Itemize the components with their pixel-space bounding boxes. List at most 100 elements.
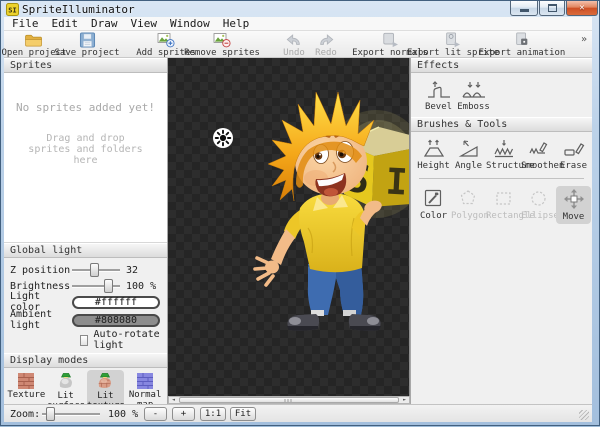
light-position-widget[interactable]	[212, 127, 234, 149]
sprites-empty-title: No sprites added yet!	[4, 73, 167, 114]
zoom-fit-button[interactable]: Fit	[230, 407, 256, 421]
brightness-label: Brightness	[10, 281, 72, 292]
brush-angle[interactable]: Angle	[451, 137, 486, 173]
scrollbar-thumb[interactable]	[179, 397, 399, 403]
svg-text:SI: SI	[8, 7, 16, 15]
lit-texture-mode-icon	[96, 372, 114, 391]
status-bar: Zoom: 100 % - + 1:1 Fit	[4, 404, 592, 422]
zoom-in-button[interactable]: +	[172, 407, 195, 421]
brush-smoothen[interactable]: Smoothen	[521, 137, 556, 173]
bevel-icon	[426, 80, 452, 100]
scrollbar-left-arrow-icon[interactable]: ◄	[169, 397, 178, 403]
auto-rotate-row: Auto-rotate light	[4, 331, 167, 349]
sprite-canvas[interactable]: S I	[168, 58, 410, 396]
drop-hint-line: here	[4, 155, 167, 166]
window-bottom-border	[1, 422, 600, 427]
export-lit-sprite-icon	[442, 32, 462, 48]
ambient-light-button[interactable]: #808080	[72, 314, 160, 327]
brightness-slider[interactable]	[72, 279, 120, 293]
structure-icon	[493, 139, 515, 159]
tool-color[interactable]: Color	[416, 186, 451, 224]
z-position-slider-knob[interactable]	[90, 263, 99, 277]
smoothen-icon	[528, 139, 550, 159]
erase-icon	[563, 139, 585, 159]
maximize-icon	[548, 4, 557, 12]
left-panel: Sprites No sprites added yet! Drag and d…	[4, 58, 168, 404]
z-position-slider[interactable]	[72, 263, 120, 277]
effects-header: Effects	[411, 58, 592, 73]
texture-mode-icon	[17, 372, 35, 390]
resize-grip[interactable]	[579, 410, 589, 420]
ellipse-tool-icon	[528, 188, 549, 209]
brightness-slider-knob[interactable]	[104, 279, 113, 293]
brush-height[interactable]: Height	[416, 137, 451, 173]
export-animation-button[interactable]: Export animation	[477, 32, 567, 58]
minimize-icon	[520, 9, 529, 12]
effect-emboss[interactable]: Emboss	[456, 78, 491, 114]
app-window: SI SpriteIlluminator ✕ File Edit Draw Vi…	[0, 0, 600, 426]
toolbar-overflow-chevron[interactable]: »	[581, 34, 587, 45]
right-panel: Effects Bevel Emboss Brushes	[410, 58, 592, 404]
zoom-out-button[interactable]: -	[144, 407, 167, 421]
move-tool-icon	[563, 188, 585, 210]
minimize-button[interactable]	[510, 1, 538, 16]
z-position-value: 32	[126, 265, 160, 276]
export-normals-icon	[380, 32, 400, 48]
zoom-slider-knob[interactable]	[46, 407, 55, 421]
tools-separator	[419, 178, 584, 179]
zoom-1to1-button[interactable]: 1:1	[200, 407, 226, 421]
light-color-button[interactable]: #ffffff	[72, 296, 160, 309]
canvas-horizontal-scrollbar[interactable]: ◄ ►	[168, 396, 410, 404]
effect-bevel[interactable]: Bevel	[421, 78, 456, 114]
save-project-button[interactable]: Save project	[42, 32, 132, 58]
app-icon: SI	[6, 3, 19, 16]
menu-bar: File Edit Draw View Window Help	[4, 17, 592, 31]
zoom-slider[interactable]	[42, 407, 100, 421]
sprites-panel-header: Sprites	[4, 58, 167, 73]
scrollbar-right-arrow-icon[interactable]: ►	[400, 397, 409, 403]
open-folder-icon	[24, 32, 44, 48]
z-position-label: Z position	[10, 265, 72, 276]
add-sprites-icon	[155, 32, 177, 48]
tool-rectangle[interactable]: Rectangle	[486, 186, 521, 224]
menu-draw[interactable]: Draw	[91, 17, 118, 30]
ambient-light-label: Ambient light	[10, 309, 72, 331]
canvas-area: S I	[168, 58, 410, 404]
tool-polygon[interactable]: Polygon	[451, 186, 486, 224]
auto-rotate-label: Auto-rotate light	[93, 329, 167, 351]
sprites-drop-area[interactable]: No sprites added yet! Drag and drop spri…	[4, 73, 167, 243]
toolbar: Open project Save project Add sprites	[4, 31, 592, 58]
character-sprite[interactable]: S I	[168, 58, 410, 396]
brush-erase[interactable]: Erase	[556, 137, 591, 173]
drop-hint-line: sprites and folders	[4, 144, 167, 155]
title-bar: SI SpriteIlluminator ✕	[1, 1, 600, 17]
z-position-row: Z position 32	[4, 262, 167, 278]
menu-window[interactable]: Window	[170, 17, 210, 30]
brightness-value: 100 %	[126, 281, 160, 292]
menu-view[interactable]: View	[131, 17, 158, 30]
tool-move[interactable]: Move	[556, 186, 591, 224]
menu-file[interactable]: File	[12, 17, 39, 30]
lit-surface-mode-icon	[57, 372, 75, 391]
display-modes-header: Display modes	[4, 353, 167, 368]
export-animation-icon	[512, 32, 532, 48]
global-light-header: Global light	[4, 243, 167, 258]
zoom-value: 100 %	[108, 409, 138, 420]
auto-rotate-checkbox[interactable]	[80, 335, 88, 346]
close-button[interactable]: ✕	[566, 1, 598, 16]
tool-ellipse[interactable]: Ellipse	[521, 186, 556, 224]
brush-structure[interactable]: Structure	[486, 137, 521, 173]
height-icon	[423, 139, 445, 159]
close-icon: ✕	[579, 3, 584, 13]
scrollbar-grip-icon	[285, 399, 294, 402]
remove-sprites-icon	[211, 32, 233, 48]
polygon-tool-icon	[458, 188, 479, 209]
menu-help[interactable]: Help	[223, 17, 250, 30]
color-tool-icon	[423, 188, 444, 209]
menu-edit[interactable]: Edit	[52, 17, 79, 30]
maximize-button[interactable]	[539, 1, 565, 16]
light-color-row: Light color #ffffff	[4, 294, 167, 310]
window-title: SpriteIlluminator	[22, 3, 135, 16]
normal-map-mode-icon	[136, 372, 154, 390]
zoom-label: Zoom:	[10, 409, 40, 420]
